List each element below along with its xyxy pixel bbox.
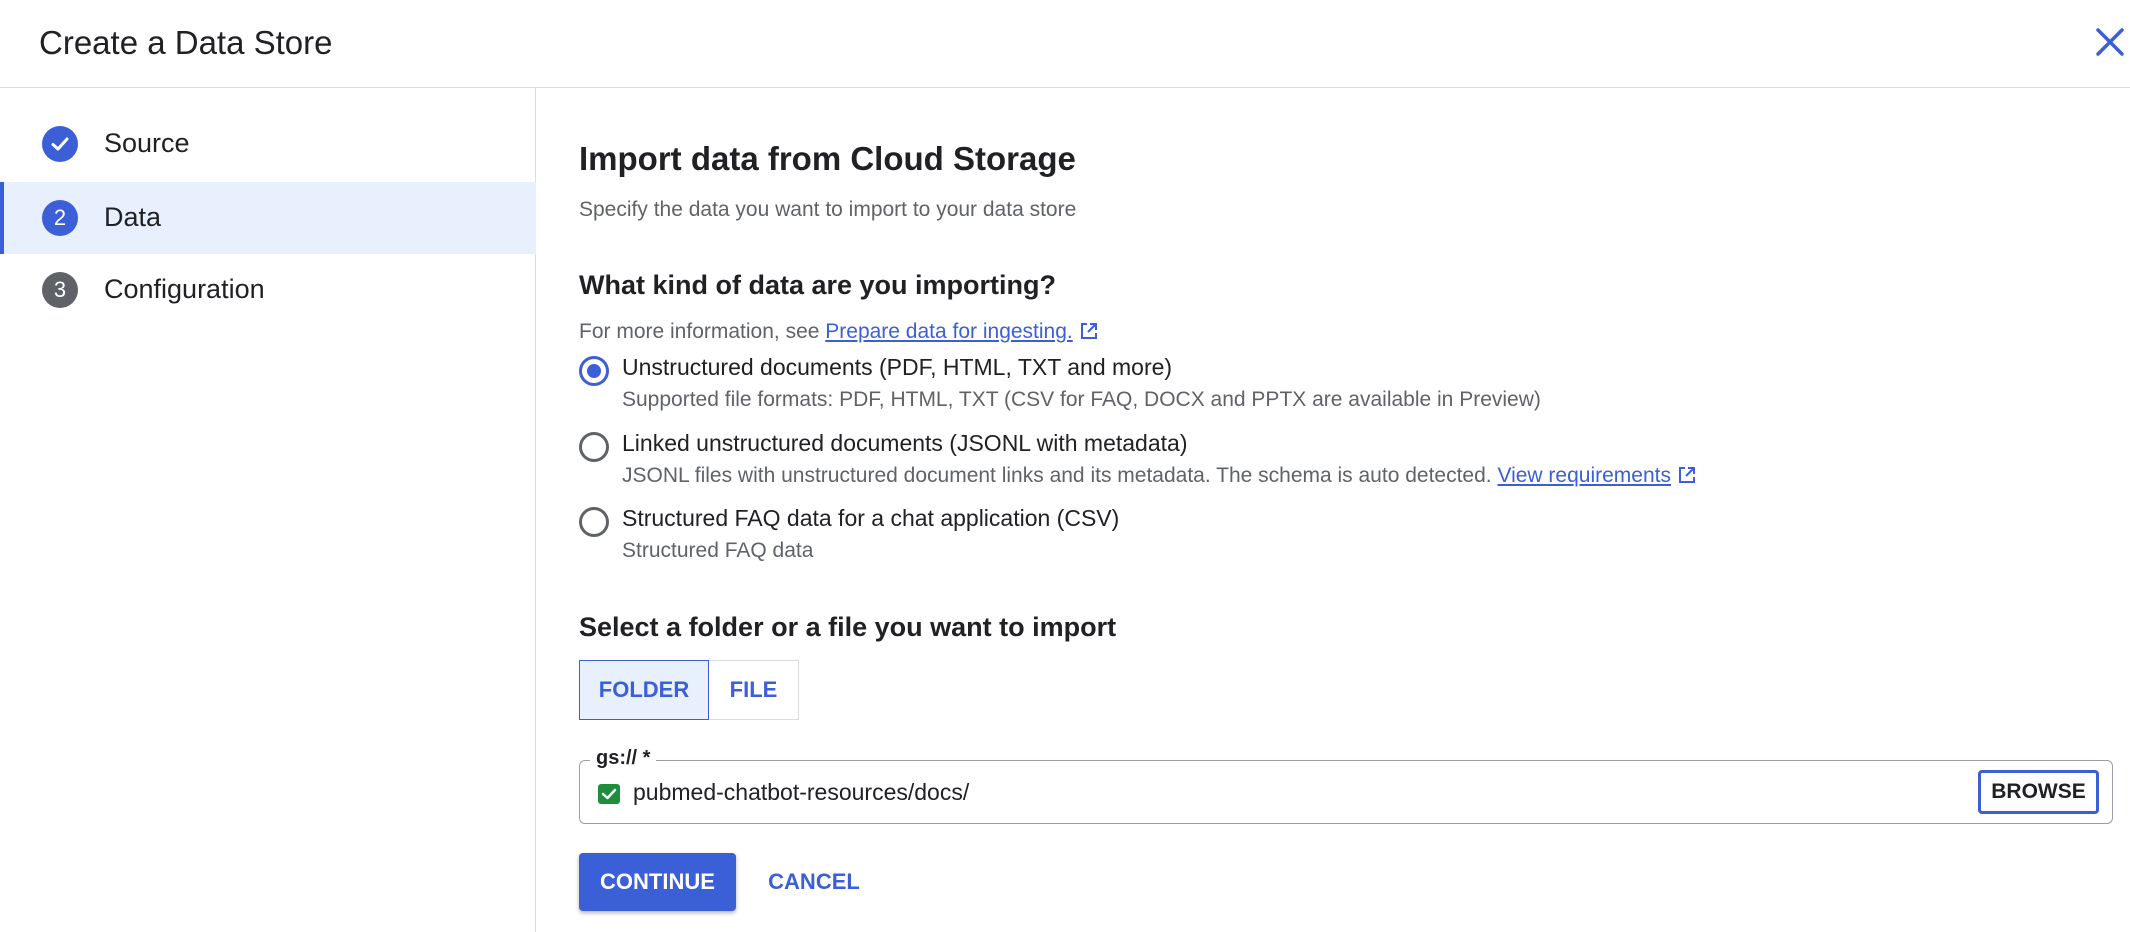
main-content: Import data from Cloud Storage Specify t…	[579, 88, 2119, 932]
step-source[interactable]: Source	[0, 108, 536, 180]
option-title: Linked unstructured documents (JSONL wit…	[622, 430, 1188, 456]
gcs-path-input[interactable]: pubmed-chatbot-resources/docs/	[633, 779, 969, 806]
option-desc: Supported file formats: PDF, HTML, TXT (…	[622, 388, 1541, 411]
open-in-new-icon	[1677, 465, 1697, 491]
option-desc: Structured FAQ data	[622, 539, 814, 562]
option-unstructured[interactable]: Unstructured documents (PDF, HTML, TXT a…	[579, 354, 2079, 424]
stepper-sidebar: Source 2 Data 3 Configuration	[0, 88, 536, 932]
dialog-title: Create a Data Store	[39, 24, 333, 61]
info-text: For more information, see Prepare data f…	[579, 320, 1099, 347]
open-in-new-icon	[1079, 321, 1099, 347]
valid-check-icon	[597, 783, 621, 805]
option-title: Unstructured documents (PDF, HTML, TXT a…	[622, 354, 1173, 380]
close-icon[interactable]	[2092, 24, 2128, 60]
folder-toggle-button[interactable]: FOLDER	[579, 660, 709, 720]
step-number: 3	[42, 272, 78, 308]
file-toggle-button[interactable]: FILE	[709, 660, 799, 720]
folder-file-toggle: FOLDER FILE	[579, 660, 799, 720]
radio-structured-faq[interactable]	[579, 507, 609, 537]
prepare-data-link[interactable]: Prepare data for ingesting.	[825, 320, 1073, 343]
gcs-path-field[interactable]: gs:// * pubmed-chatbot-resources/docs/ B…	[579, 747, 2113, 824]
page-title: Import data from Cloud Storage	[579, 140, 1076, 177]
view-requirements-link[interactable]: View requirements	[1497, 464, 1671, 487]
info-prefix: For more information, see	[579, 320, 826, 343]
step-data[interactable]: 2 Data	[0, 182, 536, 254]
step-number: 2	[42, 200, 78, 236]
option-linked-unstructured[interactable]: Linked unstructured documents (JSONL wit…	[579, 430, 2079, 500]
option-desc: JSONL files with unstructured document l…	[622, 464, 1498, 487]
option-structured-faq[interactable]: Structured FAQ data for a chat applicati…	[579, 505, 2079, 575]
browse-button[interactable]: BROWSE	[1978, 770, 2099, 814]
step-label: Data	[104, 202, 162, 232]
step-label: Configuration	[104, 274, 265, 304]
page-subtitle: Specify the data you want to import to y…	[579, 198, 1077, 221]
cancel-button[interactable]: CANCEL	[759, 853, 869, 911]
step-label: Source	[104, 128, 190, 158]
continue-button[interactable]: CONTINUE	[579, 853, 736, 911]
radio-linked-unstructured[interactable]	[579, 432, 609, 462]
step-configuration[interactable]: 3 Configuration	[0, 254, 536, 326]
dialog-header: Create a Data Store	[0, 0, 2130, 88]
option-title: Structured FAQ data for a chat applicati…	[622, 505, 1120, 531]
radio-unstructured[interactable]	[579, 356, 609, 386]
field-label: gs:// *	[590, 747, 657, 770]
option-desc-line: JSONL files with unstructured document l…	[622, 464, 1697, 491]
kind-heading: What kind of data are you importing?	[579, 270, 1057, 300]
check-circle-icon	[42, 126, 78, 162]
select-heading: Select a folder or a file you want to im…	[579, 612, 1117, 642]
